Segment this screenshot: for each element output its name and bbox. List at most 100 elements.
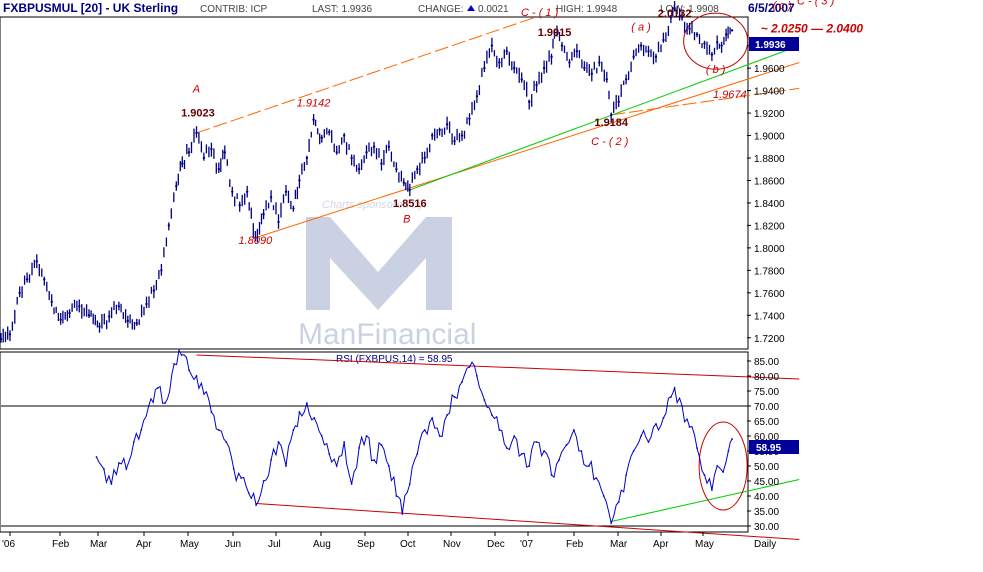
rsi-point — [625, 474, 628, 476]
price-y-tick-label: 1.9600 — [754, 64, 785, 75]
rsi-point — [173, 363, 175, 365]
annotation-label: C - ( 3 ) — [797, 0, 835, 8]
price-point — [320, 136, 323, 139]
rsi-point — [610, 522, 613, 524]
price-point — [217, 168, 221, 171]
rsi-point — [195, 375, 198, 377]
rsi-point — [110, 483, 113, 485]
x-tick-label: Dec — [487, 539, 505, 550]
price-point — [380, 162, 383, 165]
price-point — [475, 95, 479, 98]
rsi-point — [513, 435, 516, 437]
price-point — [460, 134, 464, 137]
rsi-y-tick-label: 35.00 — [754, 507, 779, 518]
price-point — [453, 139, 456, 143]
price-point — [342, 134, 346, 137]
price-point — [335, 151, 338, 154]
price-point — [617, 100, 620, 104]
price-point — [238, 203, 241, 207]
price-point — [245, 190, 249, 193]
rsi-y-tick-label: 50.00 — [754, 462, 779, 473]
price-point — [468, 117, 471, 120]
x-tick-label: Sep — [357, 539, 375, 550]
rsi-point — [505, 447, 508, 449]
rsi-point — [320, 435, 323, 437]
rsi-point — [727, 450, 730, 452]
rsi-point — [483, 399, 486, 401]
rsi-point — [240, 477, 243, 479]
price-point — [35, 260, 39, 263]
price-point — [710, 53, 714, 56]
price-point — [730, 29, 734, 32]
rsi-point — [632, 450, 635, 452]
price-point — [372, 145, 376, 148]
price-point — [695, 33, 699, 36]
price-point — [498, 61, 501, 64]
price-point — [152, 289, 156, 292]
x-tick-label: '06 — [2, 539, 15, 550]
price-y-tick-label: 1.8400 — [754, 199, 785, 210]
price-point — [408, 188, 412, 192]
price-point — [350, 156, 353, 160]
x-tick-label: Jul — [268, 539, 281, 550]
price-point — [43, 278, 46, 281]
price-point — [210, 147, 213, 151]
price-last-value-label: 1.9936 — [755, 40, 786, 51]
rsi-point — [662, 417, 665, 419]
rsi-point — [358, 447, 360, 449]
price-point — [598, 61, 601, 64]
price-point — [610, 113, 613, 117]
price-y-tick-label: 1.8000 — [754, 244, 785, 255]
price-point — [78, 305, 81, 308]
price-point — [654, 55, 658, 59]
price-point — [145, 302, 148, 306]
x-tick-label: Mar — [610, 539, 628, 550]
price-y-tick-label: 1.9200 — [754, 109, 785, 120]
rsi-point — [373, 459, 375, 461]
annotation-label: A — [192, 83, 200, 95]
price-y-tick-label: 1.8800 — [754, 154, 785, 165]
price-point — [50, 300, 53, 304]
x-tick-label: May — [695, 539, 714, 550]
rsi-point — [580, 450, 583, 452]
price-point — [328, 130, 331, 134]
price-point — [175, 184, 178, 188]
price-y-tick-label: 1.7400 — [754, 311, 785, 322]
rsi-point — [550, 474, 553, 476]
price-point — [126, 319, 130, 323]
rsi-point — [203, 393, 205, 395]
price-point — [542, 66, 546, 70]
price-point — [68, 311, 71, 315]
rsi-point — [681, 405, 683, 407]
price-point — [430, 134, 434, 137]
annotation-label: ~ 2.0250 — 2.0400 — [761, 22, 864, 36]
rsi-point — [103, 468, 105, 470]
price-point — [98, 325, 101, 328]
rsi-point — [95, 456, 98, 458]
rsi-point — [520, 453, 523, 455]
price-point — [181, 162, 184, 165]
price-point — [117, 305, 121, 308]
rsi-point — [380, 444, 383, 446]
rsi-point — [132, 441, 135, 443]
rsi-point — [595, 477, 598, 479]
rsi-point — [722, 471, 725, 473]
price-point — [292, 207, 295, 210]
last-price: LAST: 1.9936 — [312, 4, 372, 15]
rsi-point — [468, 366, 471, 368]
rsi-point — [490, 414, 493, 416]
rsi-point — [217, 429, 220, 431]
rsi-point — [453, 396, 456, 398]
price-point — [402, 181, 406, 184]
price-point — [298, 179, 301, 182]
rsi-point — [401, 513, 404, 515]
rsi-point — [117, 462, 120, 464]
price-point — [560, 44, 564, 47]
price-point — [269, 196, 273, 199]
brand-text: ManFinancial — [298, 318, 476, 351]
price-point — [639, 44, 643, 47]
price-point — [688, 27, 691, 30]
rsi-point — [292, 429, 295, 431]
rsi-y-tick-label: 75.00 — [754, 387, 779, 398]
price-point — [187, 151, 191, 154]
